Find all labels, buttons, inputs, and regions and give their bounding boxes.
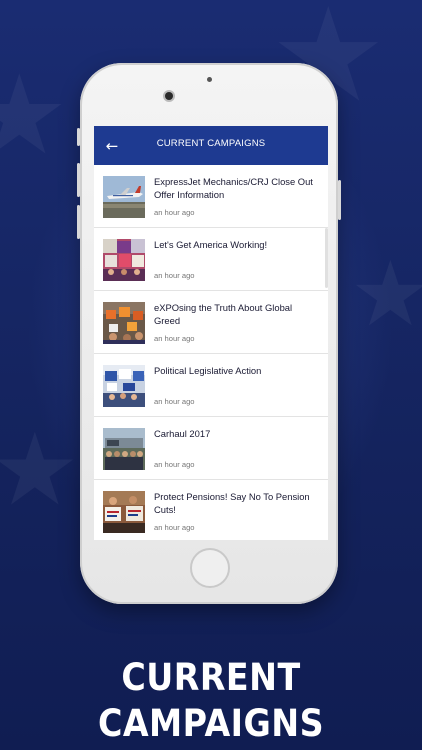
campaign-thumbnail [103,239,145,281]
app-screen: ← CURRENT CAMPAIGNS ExpressJet Mechanics… [94,126,328,540]
campaign-thumbnail [103,365,145,407]
campaign-thumbnail [103,176,145,218]
promo-headline: CURRENT CAMPAIGNS [97,656,325,745]
campaign-timestamp: an hour ago [154,271,195,280]
app-bar-title: CURRENT CAMPAIGNS [156,138,266,149]
campaign-timestamp: an hour ago [154,460,195,469]
background-star-icon: ★ [0,411,80,528]
list-item[interactable]: Political Legislative Action an hour ago [94,354,328,417]
phone-volume-down-button [77,205,80,239]
phone-power-button [338,180,341,220]
campaign-title: ExpressJet Mechanics/CRJ Close Out Offer… [154,176,313,200]
phone-camera [165,92,173,100]
campaign-title: eXPOsing the Truth About Global Greed [154,302,293,326]
campaign-timestamp: an hour ago [154,397,195,406]
campaign-title: Protect Pensions! Say No To Pension Cuts… [154,491,310,515]
campaign-thumbnail [103,302,145,344]
campaign-timestamp: an hour ago [154,334,195,343]
campaign-list[interactable]: ExpressJet Mechanics/CRJ Close Out Offer… [94,165,328,540]
campaign-title: Let's Get America Working! [154,239,268,250]
campaign-timestamp: an hour ago [154,208,195,217]
background-star-icon: ★ [0,51,69,179]
background-star-icon: ★ [350,242,422,347]
campaign-timestamp: an hour ago [154,523,195,532]
phone-speaker [207,77,212,82]
phone-home-button[interactable] [190,548,230,588]
campaign-thumbnail [103,491,145,533]
phone-side-button [77,128,80,146]
app-bar: ← CURRENT CAMPAIGNS [94,126,328,165]
list-item[interactable]: Let's Get America Working! an hour ago [94,228,328,291]
campaign-title: Carhaul 2017 [154,428,211,439]
phone-volume-up-button [77,163,80,197]
campaign-title: Political Legislative Action [154,365,262,376]
campaign-thumbnail [103,428,145,470]
list-item[interactable]: Protect Pensions! Say No To Pension Cuts… [94,480,328,540]
list-item[interactable]: eXPOsing the Truth About Global Greed an… [94,291,328,354]
list-item[interactable]: ExpressJet Mechanics/CRJ Close Out Offer… [94,165,328,228]
list-item[interactable]: Carhaul 2017 an hour ago [94,417,328,480]
